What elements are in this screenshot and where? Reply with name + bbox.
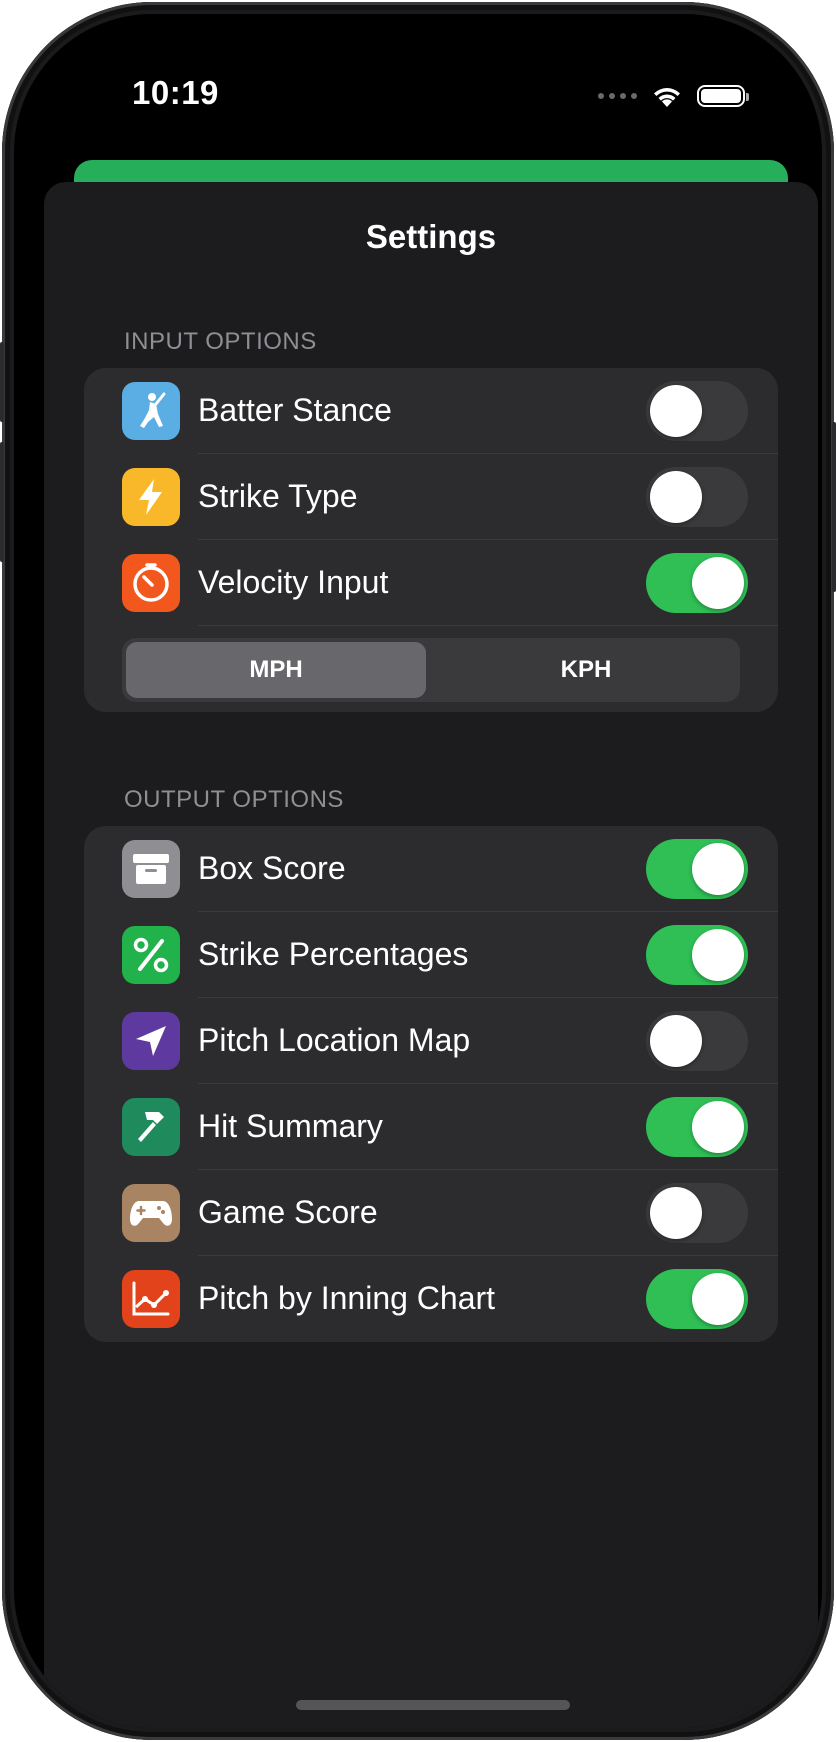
setting-row-strike-percentages: Strike Percentages (84, 912, 778, 998)
speedometer-icon (122, 554, 180, 612)
setting-label: Velocity Input (198, 564, 389, 600)
section-header-output: OUTPUT OPTIONS (124, 786, 344, 813)
box-score-toggle[interactable] (646, 839, 748, 899)
setting-label: Hit Summary (198, 1108, 383, 1144)
cellular-icon (598, 93, 637, 99)
setting-label: Pitch Location Map (198, 1022, 471, 1058)
input-options-group: Batter Stance Strike Type Velocity Input… (84, 368, 778, 712)
setting-label: Strike Type (198, 478, 358, 514)
setting-label: Box Score (198, 850, 346, 886)
velocity-input-toggle[interactable] (646, 553, 748, 613)
battery-icon (697, 85, 749, 107)
status-indicators (598, 80, 749, 112)
wifi-icon (654, 88, 680, 107)
hammer-icon (122, 1098, 180, 1156)
setting-row-pitch-location-map: Pitch Location Map (84, 998, 778, 1084)
batter-icon (122, 382, 180, 440)
device-frame: 10:19 Settings INPUT OPTIONS Batter Stan… (0, 2, 836, 1740)
setting-label: Strike Percentages (198, 936, 469, 972)
output-options-group: Box Score Strike Percentages Pitch Locat… (84, 826, 778, 1342)
archive-box-icon (122, 840, 180, 898)
lightning-icon (122, 468, 180, 526)
setting-row-pitch-by-inning-chart: Pitch by Inning Chart (84, 1256, 778, 1342)
setting-row-velocity-input: Velocity Input (84, 540, 778, 626)
segment-mph[interactable]: MPH (126, 642, 426, 698)
gamepad-icon (122, 1184, 180, 1242)
settings-sheet: Settings INPUT OPTIONS Batter Stance Str… (44, 182, 818, 1728)
setting-row-strike-type: Strike Type (84, 454, 778, 540)
setting-row-hit-summary: Hit Summary (84, 1084, 778, 1170)
setting-label: Batter Stance (198, 392, 392, 428)
percent-icon (122, 926, 180, 984)
batter-stance-toggle[interactable] (646, 381, 748, 441)
section-header-input: INPUT OPTIONS (124, 328, 317, 355)
screen: 10:19 Settings INPUT OPTIONS Batter Stan… (14, 14, 822, 1728)
strike-percentages-toggle[interactable] (646, 925, 748, 985)
game-score-toggle[interactable] (646, 1183, 748, 1243)
velocity-unit-picker: MPH KPH (122, 638, 740, 702)
line-chart-icon (122, 1270, 180, 1328)
setting-row-box-score: Box Score (84, 826, 778, 912)
status-time: 10:19 (132, 74, 219, 111)
page-title: Settings (365, 218, 497, 255)
pitch-by-inning-chart-toggle[interactable] (646, 1269, 748, 1329)
location-arrow-icon (122, 1012, 180, 1070)
setting-row-game-score: Game Score (84, 1170, 778, 1256)
setting-label: Pitch by Inning Chart (198, 1280, 496, 1316)
hit-summary-toggle[interactable] (646, 1097, 748, 1157)
setting-row-batter-stance: Batter Stance (84, 368, 778, 454)
home-indicator[interactable] (296, 1700, 570, 1710)
strike-type-toggle[interactable] (646, 467, 748, 527)
setting-label: Game Score (198, 1194, 378, 1230)
pitch-location-map-toggle[interactable] (646, 1011, 748, 1071)
segment-kph[interactable]: KPH (436, 642, 736, 698)
